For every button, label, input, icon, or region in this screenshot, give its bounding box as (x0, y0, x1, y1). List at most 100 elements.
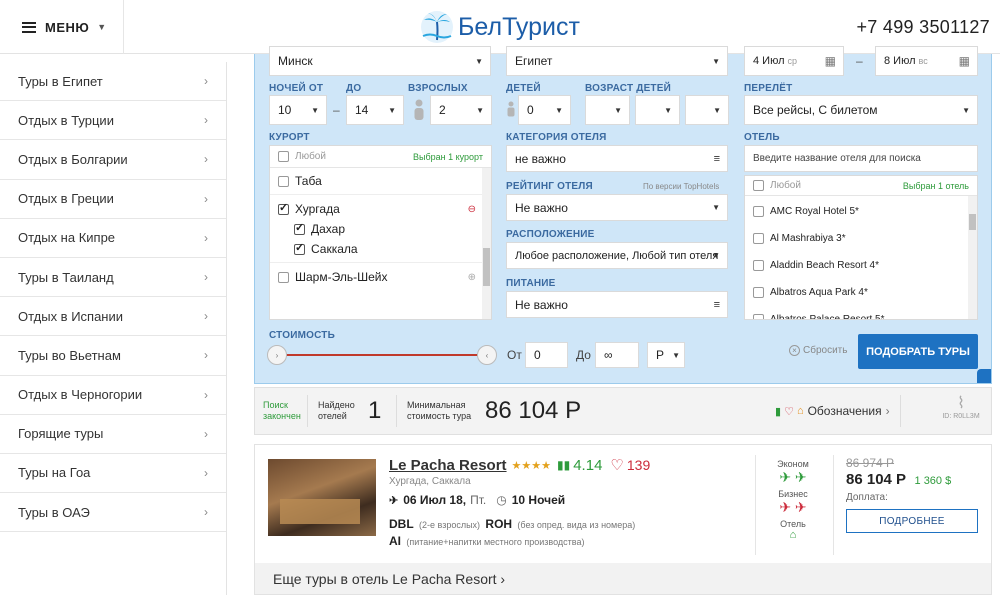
price-slider-max-handle[interactable]: ‹ (477, 345, 497, 365)
sidebar-item[interactable]: Туры во Вьетнам › (0, 336, 226, 376)
price-slider-min-handle[interactable]: › (267, 345, 287, 365)
sidebar-item[interactable]: Отдых в Испании › (0, 297, 226, 337)
hotel-option[interactable]: Aladdin Beach Resort 4* (753, 260, 879, 271)
hotel-search-input[interactable]: Введите название отеля для поиска (744, 145, 978, 172)
class-indicators: Эконом ✈ ✈ Бизнес ✈ ✈ Отель ⌂ (763, 459, 823, 541)
resort-scrollbar[interactable] (482, 168, 491, 319)
chevron-down-icon: ▼ (712, 56, 720, 66)
sidebar-item[interactable]: Туры в Таиланд › (0, 258, 226, 298)
sidebar-item[interactable]: Отдых в Черногории › (0, 376, 226, 415)
sidebar-item[interactable]: Отдых в Греции › (0, 180, 226, 219)
hotel-any-checkbox[interactable] (753, 180, 764, 191)
currency-select[interactable]: Р ▼ (647, 342, 685, 368)
sidebar-item[interactable]: Туры в ОАЭ › (0, 493, 226, 533)
hotel-photo[interactable] (268, 459, 376, 536)
hotel-option[interactable]: Albatros Palace Resort 5* (753, 314, 885, 319)
expand-icon[interactable]: ⊕ (468, 272, 476, 283)
date-from-field[interactable]: 4 Июл ср ▦ (744, 46, 844, 76)
resort-any-label: Любой (295, 151, 326, 162)
adult-person-icon (414, 99, 424, 120)
hotel-checkbox[interactable] (753, 314, 764, 319)
palm-logo-icon (421, 11, 453, 43)
meal-code: AI (389, 534, 401, 548)
resort-option[interactable]: Шарм-Эль-Шейх ⊕ (278, 270, 478, 284)
tour-id[interactable]: ⌇ ID: R0LL3M (939, 393, 983, 420)
nights-from-select[interactable]: 10 ▼ (269, 95, 327, 125)
sidebar: Туры в Египет › Отдых в Турции › Отдых в Бол… (0, 62, 227, 595)
submit-search-button[interactable]: ПОДОБРАТЬ ТУРЫ (858, 334, 978, 369)
sidebar-item[interactable]: Горящие туры › (0, 415, 226, 454)
resort-option[interactable]: Хургада ⊖ (278, 201, 478, 216)
hotel-checkbox[interactable] (753, 260, 764, 271)
sidebar-item[interactable]: Туры на Гоа › (0, 454, 226, 494)
sidebar-item[interactable]: Отдых на Кипре › (0, 219, 226, 258)
meal-select[interactable]: Не важно ≡ (506, 291, 728, 318)
resort-checkbox[interactable] (278, 201, 289, 215)
price-slider-track[interactable] (275, 354, 489, 356)
room-code: DBL (389, 517, 414, 531)
hotel-checkbox[interactable] (753, 233, 764, 244)
hotel-name-link[interactable]: Le Pacha Resort (389, 457, 507, 474)
child-age-2-select[interactable]: ▼ (635, 95, 680, 125)
resort-option-label: Саккала (311, 242, 358, 256)
hotel-rating-select[interactable]: Не важно ▼ (506, 194, 728, 221)
class-business-label: Бизнес (778, 489, 808, 499)
more-tours-link[interactable]: Еще туры в отель Le Pacha Resort › (254, 563, 992, 595)
airplane-icon: ✈ (389, 494, 399, 507)
chevron-right-icon: › (204, 387, 208, 402)
price-to-label: До (576, 348, 591, 362)
nights-to-select[interactable]: 14 ▼ (346, 95, 404, 125)
hotel-category-label: КАТЕГОРИЯ ОТЕЛЯ (506, 132, 607, 143)
hotel-option[interactable]: AMC Royal Hotel 5* (753, 206, 859, 217)
price-from-value: 0 (534, 348, 541, 362)
resort-option[interactable]: Саккала (294, 241, 478, 256)
resort-checkbox[interactable] (278, 271, 289, 283)
price-to-input[interactable]: ∞ (595, 342, 639, 368)
hotel-category-select[interactable]: не важно ≡ (506, 145, 728, 172)
legend-toggle[interactable]: ▮ ♡ ⌂ Обозначения › (775, 404, 890, 418)
resort-option[interactable]: Дахар (294, 221, 478, 236)
resort-checkbox[interactable] (278, 175, 289, 187)
chevron-down-icon: ▼ (713, 105, 721, 115)
reset-button[interactable]: × Сбросить (789, 345, 847, 356)
nights-to-label: ДО (346, 83, 362, 94)
resort-checkbox[interactable] (294, 241, 305, 255)
hotel-option[interactable]: Albatros Aqua Park 4* (753, 287, 868, 298)
hotel-likes[interactable]: 139 (627, 457, 650, 473)
hotel-checkbox[interactable] (753, 287, 764, 298)
hotel-option[interactable]: Al Mashrabiya 3* (753, 233, 846, 244)
resort-any-checkbox[interactable] (278, 151, 289, 162)
adults-select[interactable]: 2 ▼ (430, 95, 492, 125)
resort-checkbox[interactable] (294, 221, 305, 235)
divider (899, 395, 901, 427)
price-from-input[interactable]: 0 (525, 342, 568, 368)
location-select[interactable]: Любое расположение, Любой тип отеля ▼ (506, 242, 728, 269)
meal-value: Не важно (515, 297, 568, 312)
resort-scrollbar-thumb[interactable] (483, 248, 490, 286)
hotel-scrollbar[interactable] (968, 196, 977, 319)
resort-option-label: Таба (295, 174, 322, 188)
sidebar-item[interactable]: Отдых в Болгарии › (0, 140, 226, 180)
hotel-rating[interactable]: 4.14 (573, 457, 602, 474)
logo[interactable]: БелТурист (420, 8, 580, 46)
phone-number[interactable]: +7 499 3501127 (857, 17, 991, 38)
sidebar-item[interactable]: Отдых в Турции › (0, 101, 226, 141)
hotel-scrollbar-thumb[interactable] (969, 214, 976, 230)
country-select[interactable]: Египет ▼ (506, 46, 728, 76)
from-city-select[interactable]: Минск ▼ (269, 46, 491, 76)
flight-select[interactable]: Все рейсы, С билетом ▼ (744, 95, 978, 125)
hamburger-icon (22, 21, 36, 33)
date-from-value: 4 Июл (753, 55, 785, 67)
children-select[interactable]: 0 ▼ (518, 95, 571, 125)
collapse-icon[interactable]: ⊖ (468, 204, 476, 215)
details-button[interactable]: ПОДРОБНЕЕ (846, 509, 978, 533)
logo-text: БелТурист (458, 12, 580, 41)
menu-button[interactable]: МЕНЮ ▼ (0, 0, 124, 54)
divider (755, 455, 756, 555)
hotel-checkbox[interactable] (753, 206, 764, 217)
resort-option[interactable]: Таба (278, 174, 478, 188)
date-to-field[interactable]: 8 Июл вс ▦ (875, 46, 978, 76)
child-age-1-select[interactable]: ▼ (585, 95, 630, 125)
child-age-3-select[interactable]: ▼ (685, 95, 729, 125)
sidebar-item[interactable]: Туры в Египет › (0, 62, 226, 102)
